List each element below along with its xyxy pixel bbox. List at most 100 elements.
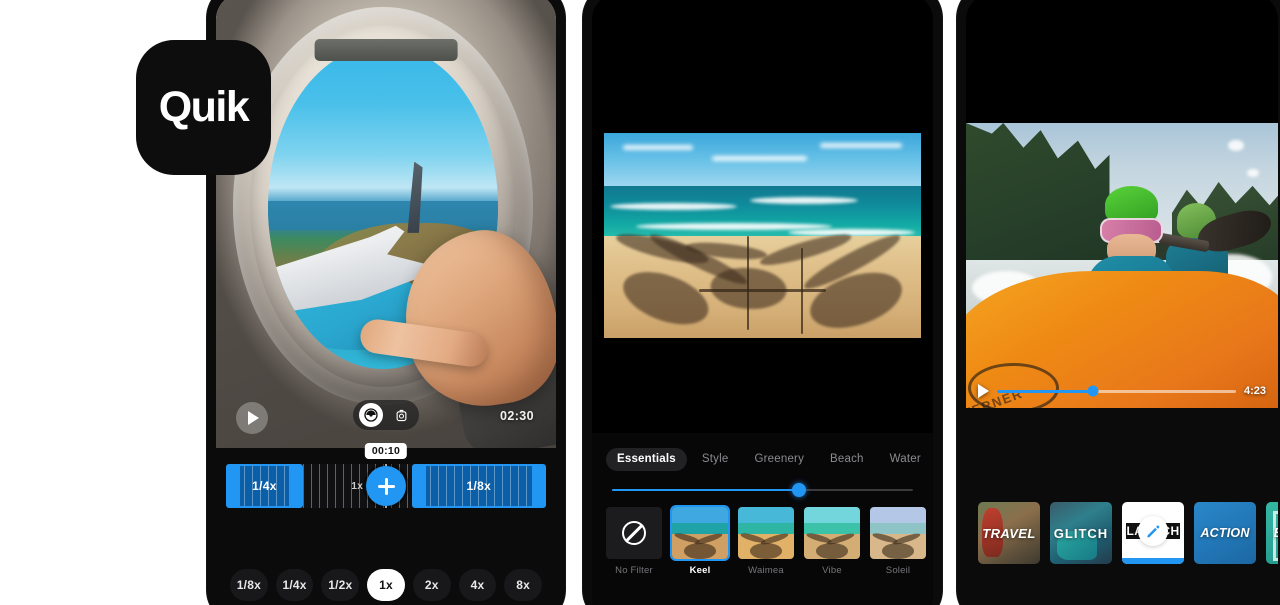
- filter-item-no-filter[interactable]: No Filter: [606, 507, 662, 576]
- speed-option-1x[interactable]: 1x: [367, 569, 405, 601]
- filter-label: Vibe: [822, 565, 842, 576]
- phone3-video-preview[interactable]: VERNER 4:23: [966, 123, 1278, 408]
- cloud: [623, 145, 693, 151]
- template-strip: TRAVEL GLITCH LAUNCH: [978, 502, 1278, 564]
- speed-options-row: 1/8x 1/4x 1/2x 1x 2x 4x 8x: [216, 568, 556, 602]
- template-action[interactable]: ACTION: [1194, 502, 1256, 564]
- segment-speed-label: 1/8x: [466, 479, 492, 493]
- filter-preview: [672, 507, 728, 559]
- quik-logo-text: Quik: [158, 83, 250, 131]
- filter-intensity-slider[interactable]: [612, 483, 913, 497]
- segment-handle-left[interactable]: [227, 466, 240, 506]
- phone2-screen: Essentials Style Greenery Beach Water No…: [592, 0, 933, 605]
- phone3-template-editor: TRAVEL GLITCH LAUNCH: [966, 408, 1278, 605]
- plus-icon: [377, 484, 395, 488]
- window-shade: [314, 38, 458, 62]
- surf-line: [610, 202, 738, 210]
- tab-essentials[interactable]: Essentials: [606, 447, 687, 471]
- post-shadow: [746, 235, 750, 330]
- filter-label: Waimea: [748, 565, 784, 576]
- phone1-speed-editor: 1/4x 1x 1/8x 00:10 1/8x 1/4x 1/2x 1x 2x …: [216, 443, 556, 605]
- segment-handle-right[interactable]: [531, 466, 544, 506]
- promo-screenshot: Quik 02:30 1/4x 1x 1/8x 00:10 1/8x 1/4x …: [0, 0, 1280, 605]
- video-duration-label: 02:30: [500, 409, 534, 423]
- hand-silhouette: [354, 184, 556, 448]
- phone1-video-controls: 02:30: [216, 400, 556, 436]
- filter-preview: [738, 507, 794, 559]
- cloud: [819, 143, 902, 149]
- filter-item-vibe[interactable]: Vibe: [804, 507, 860, 576]
- slider-fill: [612, 489, 799, 491]
- template-selected-bar: [1122, 558, 1184, 564]
- speed-ramp-icon[interactable]: [359, 403, 383, 427]
- video-duration-label: 4:23: [1243, 385, 1266, 397]
- filter-thumbnail[interactable]: [672, 507, 728, 559]
- template-glitch[interactable]: GLITCH: [1050, 502, 1112, 564]
- segment-handle-right[interactable]: [288, 466, 301, 506]
- segment-speed-label: 1x: [351, 480, 364, 492]
- filter-thumbnail-strip: No Filter Keel Waimea Vibe Soleil: [606, 507, 933, 576]
- video-progress-knob[interactable]: [1087, 385, 1099, 397]
- filter-item-soleil[interactable]: Soleil: [870, 507, 926, 576]
- no-filter-icon: [622, 521, 646, 545]
- filter-label: No Filter: [615, 565, 653, 576]
- filter-preview: [804, 507, 860, 559]
- segment-speed-label: 1/4x: [252, 479, 277, 493]
- phone3-video-controls: 4:23: [966, 380, 1278, 402]
- timer-icon[interactable]: [389, 403, 413, 427]
- tab-water[interactable]: Water: [879, 448, 932, 471]
- filter-thumbnail[interactable]: [870, 507, 926, 559]
- play-button[interactable]: [236, 402, 268, 434]
- phone3-screen: VERNER 4:23 TRAVEL GLITCH ACTION: [966, 0, 1278, 605]
- template-launch-selected[interactable]: LAUNCH: [1122, 502, 1184, 564]
- beach-preview-image[interactable]: [604, 133, 921, 338]
- speed-timeline[interactable]: 1/4x 1x 1/8x 00:10: [226, 443, 546, 508]
- rail-shadow: [699, 288, 826, 292]
- phone2-preview-stage: [592, 0, 933, 433]
- segment-handle-left[interactable]: [413, 466, 426, 506]
- tab-beach[interactable]: Beach: [819, 448, 875, 471]
- filter-preview: [870, 507, 926, 559]
- timeline-segment[interactable]: 1/8x: [411, 464, 546, 508]
- playhead-time-tooltip: 00:10: [364, 443, 408, 459]
- template-boost[interactable]: BOOST: [1266, 502, 1278, 564]
- filter-thumbnail[interactable]: [804, 507, 860, 559]
- pencil-icon[interactable]: [1138, 515, 1168, 546]
- surf-line: [749, 196, 858, 204]
- filter-item-keel[interactable]: Keel: [672, 507, 728, 576]
- phone-mockup-template-editor: VERNER 4:23 TRAVEL GLITCH ACTION: [957, 0, 1280, 605]
- filter-thumbnail[interactable]: [738, 507, 794, 559]
- speed-option-2x[interactable]: 2x: [412, 569, 451, 601]
- filter-item-waimea[interactable]: Waimea: [738, 507, 794, 576]
- filter-label: Keel: [689, 565, 711, 576]
- play-icon: [248, 411, 259, 425]
- slider-knob[interactable]: [791, 483, 806, 497]
- filter-label: Soleil: [885, 565, 911, 576]
- video-progress-fill: [997, 389, 1093, 393]
- palm: [394, 221, 556, 416]
- timeline-playhead[interactable]: 00:10: [364, 443, 408, 508]
- filter-thumbnail[interactable]: [606, 507, 662, 559]
- speed-option-1-8x[interactable]: 1/8x: [230, 569, 268, 601]
- template-label: ACTION: [1200, 526, 1250, 540]
- add-keyframe-button[interactable]: [366, 466, 406, 506]
- speed-option-1-4x[interactable]: 1/4x: [275, 569, 314, 601]
- speed-option-4x[interactable]: 4x: [458, 569, 497, 601]
- phone-mockup-filter-editor: Essentials Style Greenery Beach Water No…: [583, 0, 942, 605]
- video-progress-track[interactable]: [997, 385, 1236, 397]
- template-label: GLITCH: [1053, 525, 1109, 541]
- template-label: TRAVEL: [982, 525, 1036, 541]
- video-tool-pill: [353, 400, 419, 430]
- tab-style[interactable]: Style: [691, 448, 740, 471]
- play-icon[interactable]: [978, 384, 989, 398]
- phone2-filter-editor: Essentials Style Greenery Beach Water No…: [592, 433, 933, 605]
- speed-option-1-2x[interactable]: 1/2x: [321, 569, 360, 601]
- template-travel[interactable]: TRAVEL: [978, 502, 1040, 564]
- filter-category-tabs: Essentials Style Greenery Beach Water: [606, 447, 923, 471]
- cloud: [711, 155, 807, 161]
- quik-app-logo: Quik: [136, 40, 271, 175]
- tab-greenery[interactable]: Greenery: [743, 448, 815, 471]
- speed-option-8x[interactable]: 8x: [504, 569, 543, 601]
- timeline-segment[interactable]: 1/4x: [226, 464, 303, 508]
- template-label: BOOST: [1274, 526, 1278, 540]
